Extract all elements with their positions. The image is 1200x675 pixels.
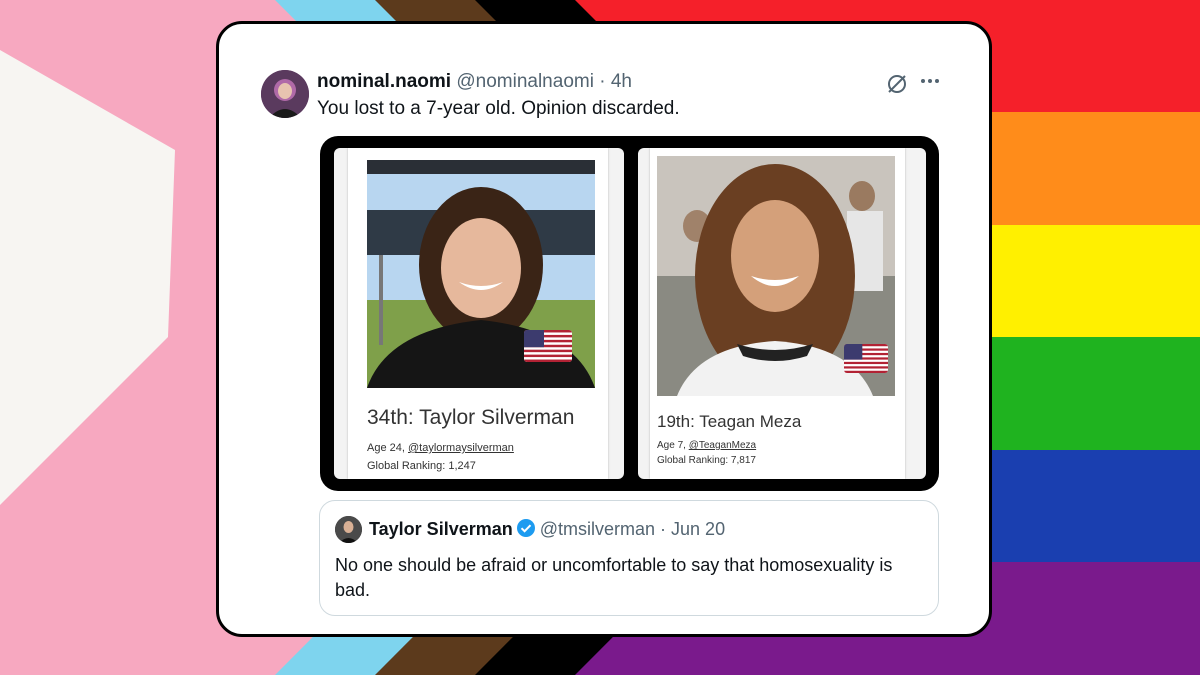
header-separator: · [593, 71, 611, 92]
quoted-tweet[interactable]: Taylor Silverman @tmsilverman · Jun 20 N… [319, 500, 939, 616]
media-panel-left: 34th: Taylor Silverman Age 24, @taylorma… [334, 148, 624, 479]
quoted-author-handle[interactable]: @tmsilverman [540, 519, 655, 539]
author-handle[interactable]: @nominalnaomi [456, 71, 594, 92]
tweet-timestamp[interactable]: 4h [611, 71, 632, 92]
quoted-header-separator: · [655, 519, 672, 539]
athlete-age-line: Age 24, @taylormaysilverman [367, 442, 514, 454]
tweet-media[interactable]: 34th: Taylor Silverman Age 24, @taylorma… [320, 136, 939, 491]
tweet-text: You lost to a 7-year old. Opinion discar… [317, 98, 680, 119]
quoted-author-display-name[interactable]: Taylor Silverman [369, 519, 513, 539]
tweet-header: nominal.naomi @nominalnaomi · 4h [317, 71, 632, 93]
athlete-rank-name: 19th: Teagan Meza [657, 412, 802, 431]
grok-icon[interactable] [885, 72, 909, 96]
author-display-name[interactable]: nominal.naomi [317, 71, 451, 92]
quoted-tweet-date[interactable]: Jun 20 [671, 519, 725, 539]
athlete-global-ranking: Global Ranking: 7,817 [657, 455, 756, 466]
tweet-card[interactable]: nominal.naomi @nominalnaomi · 4h You los… [216, 21, 992, 637]
author-avatar[interactable] [261, 70, 309, 118]
athlete-profile-card: 19th: Teagan Meza Age 7, @TeaganMeza Glo… [650, 148, 905, 479]
quoted-tweet-header: Taylor Silverman @tmsilverman · Jun 20 [369, 518, 725, 540]
us-flag-icon [844, 344, 888, 373]
athlete-rank-name: 34th: Taylor Silverman [367, 406, 575, 429]
verified-badge-icon [516, 519, 535, 537]
media-panel-right: 19th: Teagan Meza Age 7, @TeaganMeza Glo… [638, 148, 926, 479]
quoted-tweet-text: No one should be afraid or uncomfortable… [335, 555, 893, 600]
more-icon[interactable] [917, 68, 943, 94]
athlete-profile-card: 34th: Taylor Silverman Age 24, @taylorma… [348, 148, 608, 479]
athlete-age-line: Age 7, @TeaganMeza [657, 440, 757, 451]
athlete-handle-link[interactable]: @taylormaysilverman [408, 442, 514, 454]
quoted-author-avatar[interactable] [335, 516, 362, 543]
athlete-global-ranking: Global Ranking: 1,247 [367, 460, 476, 472]
athlete-handle-link[interactable]: @TeaganMeza [689, 440, 756, 451]
us-flag-icon [524, 330, 572, 362]
